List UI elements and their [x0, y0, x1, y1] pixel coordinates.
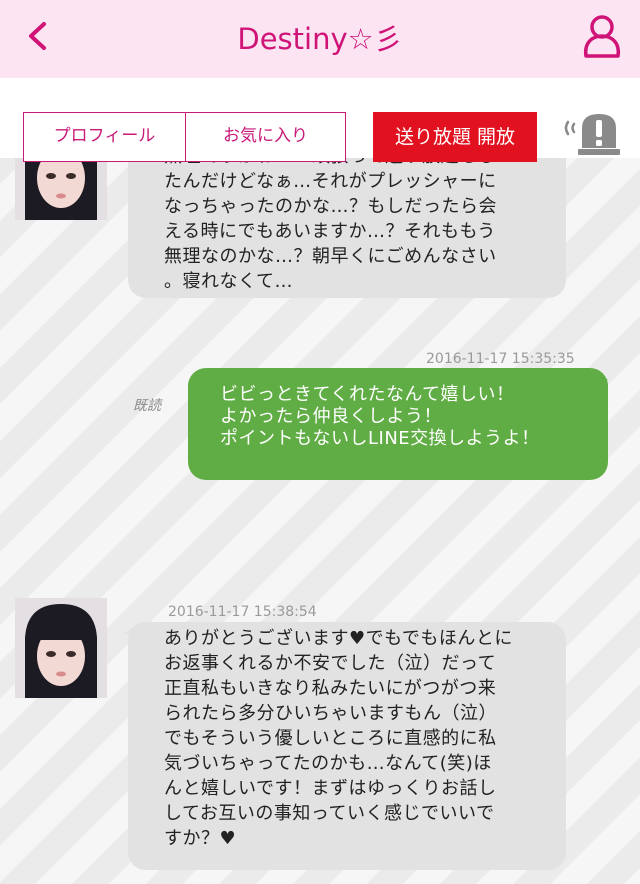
message-line: でもそういう優しいところに直感的に私 [164, 728, 497, 749]
message-bubble-outgoing: ビビっときてくれたなんて嬉しい！ よかったら仲良くしよう！ ポイントもないしLI… [188, 368, 608, 480]
message-line: すか？♥ [164, 828, 237, 849]
alert-icon [564, 114, 620, 155]
message-line: ビビっときてくれたなんて嬉しい！ [220, 384, 515, 405]
unlimited-send-button[interactable]: 送り放題 開放 [373, 112, 537, 162]
message-line: お返事くれるか不安でした（泣）だって [164, 653, 497, 674]
message-line: 気づいちゃってたのかも…なんて(笑)ほ [164, 753, 492, 774]
message-line: 。寝れなくて… [164, 271, 293, 292]
message-line: える時にでもあいますか…？それももう [164, 221, 496, 242]
report-button[interactable] [562, 108, 622, 160]
app-header: Destiny☆彡 [0, 0, 640, 78]
message-line: 無理なのかな…？朝早くにごめんなさい [164, 246, 497, 267]
action-toolbar: プロフィール お気に入り 送り放題 開放 [0, 78, 640, 162]
user-icon [583, 15, 621, 58]
message-line: してお互いの事知っていく感じでいいで [164, 803, 495, 824]
message-line: なっちゃったのかな…？もしだったら会 [164, 196, 497, 217]
favorite-button[interactable]: お気に入り [185, 112, 346, 162]
message-line: ありがとうございます♥でもでもほんとに [164, 628, 513, 649]
message-line: よかったら仲良くしよう！ [220, 406, 442, 427]
message-timestamp: 2016-11-17 15:38:54 [168, 604, 317, 620]
sender-avatar[interactable] [15, 598, 107, 698]
message-line: ポイントもないしLINE交換しようよ！ [220, 428, 540, 449]
message-line: んと嬉しいです！まずはゆっくりお話し [164, 778, 497, 799]
profile-button[interactable] [580, 13, 624, 59]
message-timestamp: 2016-11-17 15:35:35 [426, 351, 575, 367]
read-receipt: 既読 [133, 398, 161, 414]
message-line: 正直私もいきなり私みたいにがつがつ来 [164, 678, 497, 699]
message-line: られたら多分ひいちゃいますもん（泣） [164, 703, 497, 724]
profile-tab-button[interactable]: プロフィール [23, 112, 186, 162]
message-line: たんだけどなぁ…それがプレッシャーに [164, 171, 497, 192]
message-bubble-incoming: ありがとうございます♥でもでもほんとに お返事くれるか不安でした（泣）だって 正… [128, 622, 566, 870]
avatar-photo [15, 598, 107, 698]
page-title: Destiny☆彡 [237, 22, 403, 56]
